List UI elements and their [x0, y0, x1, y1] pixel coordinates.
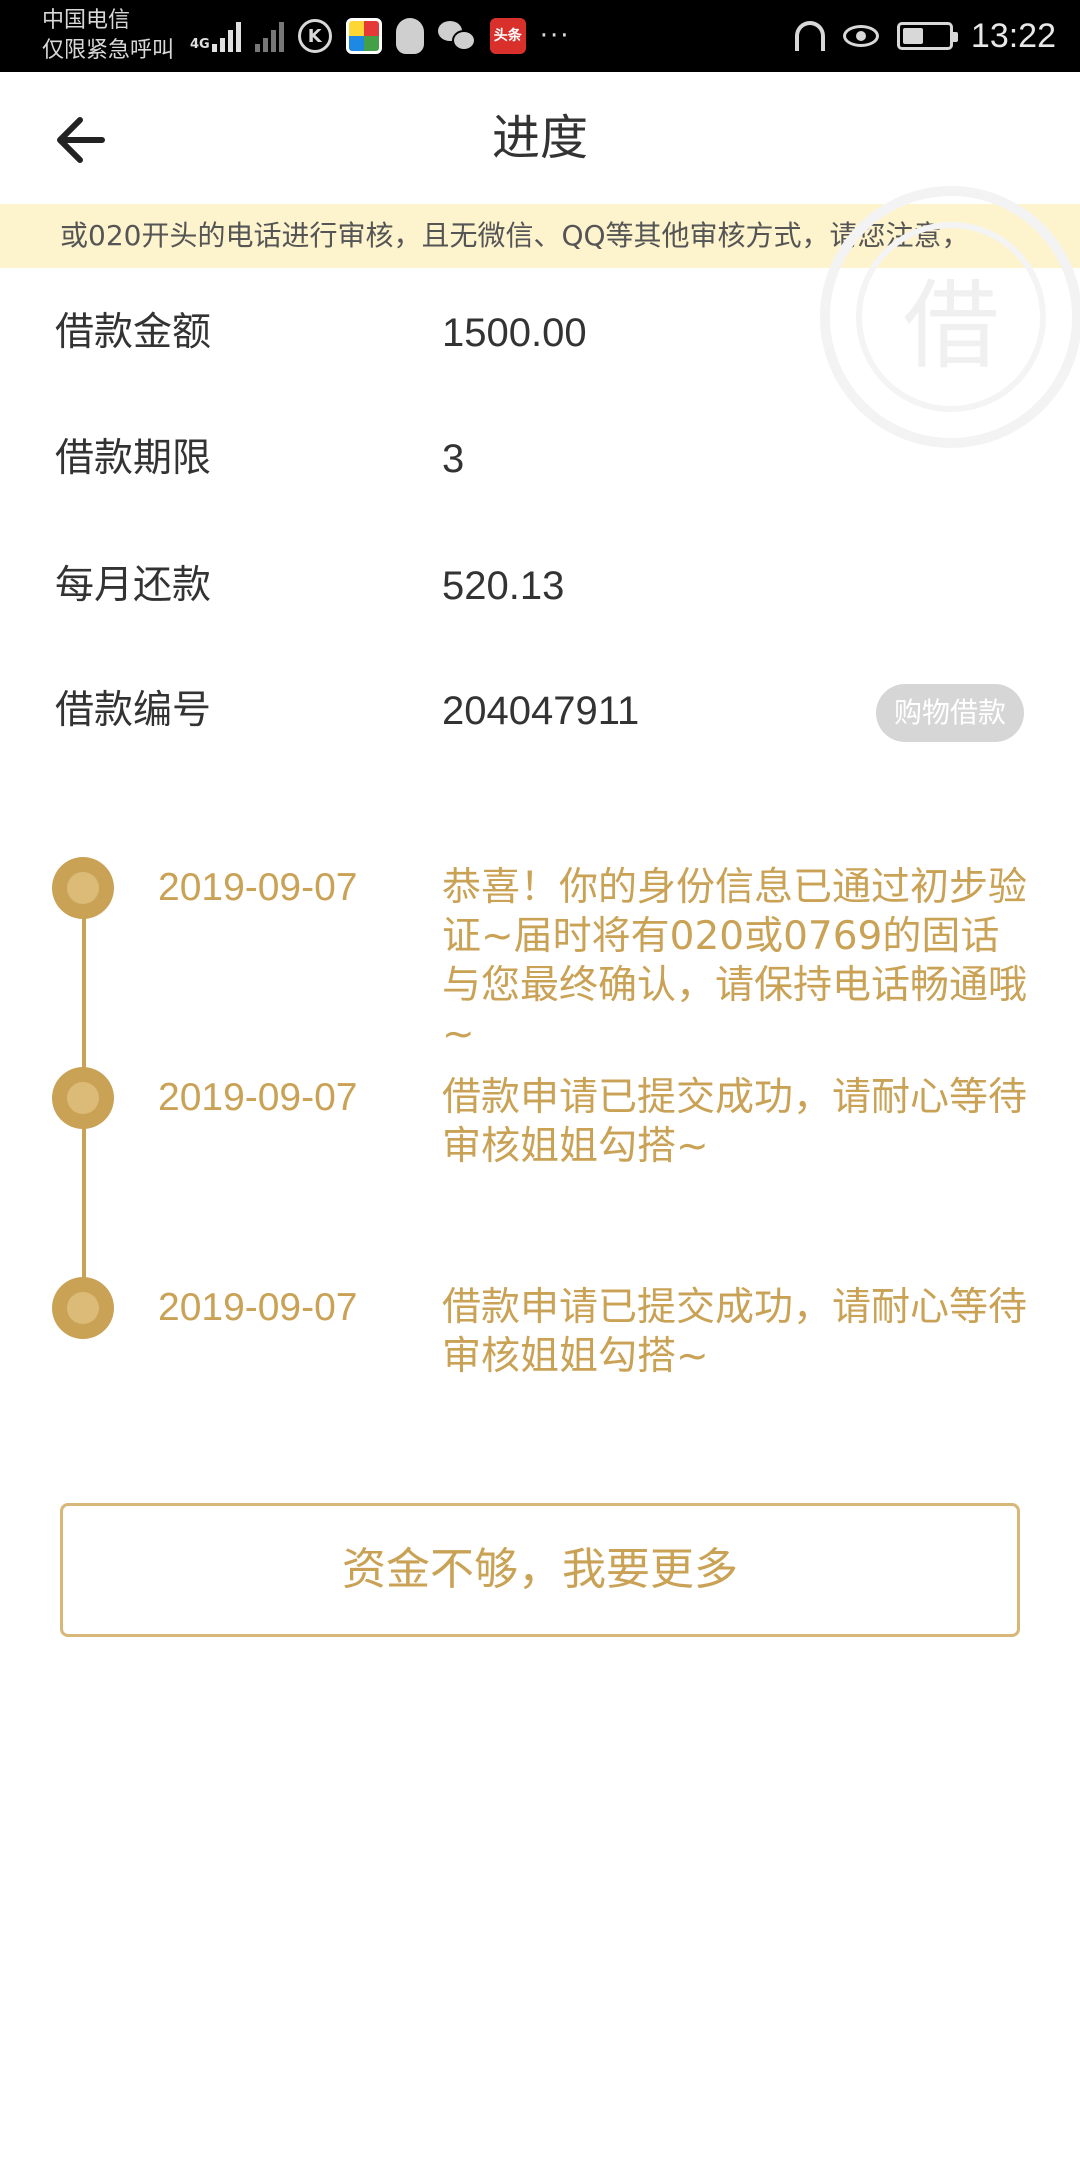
loan-type-badge: 购物借款 — [876, 684, 1025, 742]
battery-level-fill — [902, 28, 923, 44]
timeline-dot — [52, 1067, 114, 1129]
signal-strength-icon: 4G — [190, 20, 241, 52]
battery-icon — [896, 22, 958, 50]
wechat-icon — [437, 21, 476, 51]
info-value: 520.13 — [442, 564, 565, 608]
app-header: 进度 — [0, 72, 1080, 204]
headset-icon — [794, 21, 825, 51]
eye-comfort-icon — [842, 25, 879, 47]
page-title: 进度 — [491, 110, 588, 166]
toutiao-icon: 头条 — [489, 18, 526, 54]
info-label: 借款期限 — [55, 436, 212, 481]
timeline-dot — [52, 857, 114, 919]
info-row-amount: 借款金额 1500.00 — [0, 288, 1080, 378]
network-type-label: 4G — [190, 37, 210, 52]
multicolor-app-icon — [345, 18, 382, 54]
info-label: 每月还款 — [55, 563, 212, 608]
system-icons: 13:22 — [794, 14, 1056, 58]
timeline-message: 借款申请已提交成功，请耐心等待审核姐姐勾搭~ — [442, 1075, 1028, 1169]
timeline-message: 借款申请已提交成功，请耐心等待审核姐姐勾搭~ — [442, 1285, 1028, 1379]
timeline-dot — [52, 1277, 114, 1339]
carrier-name: 中国电信 — [42, 8, 131, 33]
timeline-date: 2019-09-07 — [158, 1286, 358, 1329]
status-bar: 中国电信 仅限紧急呼叫 4G K 头条 ··· 13:22 — [0, 0, 1080, 72]
timeline-date: 2019-09-07 — [158, 1076, 358, 1119]
info-value: 3 — [442, 437, 465, 481]
k-icon: K — [297, 19, 332, 53]
carrier-info: 中国电信 仅限紧急呼叫 — [42, 6, 174, 66]
info-label: 借款编号 — [55, 688, 212, 733]
info-row-loan-number: 借款编号 204047911 购物借款 — [0, 666, 1080, 756]
more-notifications-icon: ··· — [539, 21, 571, 51]
info-row-term: 借款期限 3 — [0, 414, 1080, 504]
info-label: 借款金额 — [55, 310, 212, 355]
timeline-message: 恭喜！你的身份信息已通过初步验证~届时将有020或0769的固话与您最终确认，请… — [442, 865, 1028, 1057]
clock: 13:22 — [970, 16, 1056, 55]
info-row-monthly-payment: 每月还款 520.13 — [0, 541, 1080, 631]
emergency-calls-only: 仅限紧急呼叫 — [42, 38, 175, 63]
request-more-funds-button[interactable]: 资金不够，我要更多 — [60, 1503, 1020, 1637]
qq-icon — [395, 18, 424, 54]
notification-icons: 4G K 头条 ··· — [190, 14, 571, 58]
info-value: 204047911 — [442, 689, 640, 733]
info-value: 1500.00 — [442, 311, 587, 355]
timeline-date: 2019-09-07 — [158, 866, 358, 909]
signal-no-service-icon — [254, 20, 284, 52]
